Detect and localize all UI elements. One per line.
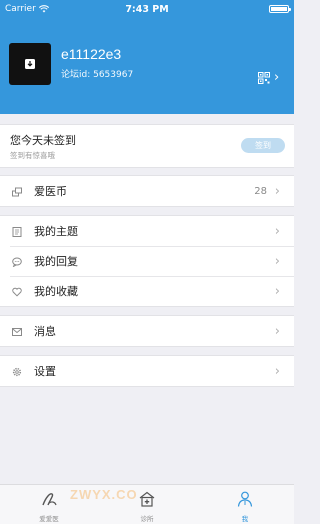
- avatar[interactable]: [9, 43, 51, 85]
- coins-label: 爱医币: [34, 185, 67, 198]
- forum-id: 论坛id: 5653967: [61, 70, 134, 80]
- doctor-icon: [237, 491, 253, 507]
- my-topics-label: 我的主题: [34, 225, 78, 238]
- chevron-right-icon: ›: [274, 363, 280, 379]
- my-topics-row[interactable]: 我的主题 ›: [0, 216, 294, 246]
- watermark: ZWYX.CO: [70, 487, 138, 502]
- coins-group: 爱医币 28 ›: [0, 175, 294, 207]
- my-favorites-row[interactable]: 我的收藏 ›: [0, 276, 294, 306]
- chevron-right-icon: ›: [274, 323, 280, 339]
- heart-icon: [12, 287, 22, 297]
- checkin-title: 您今天未签到: [10, 134, 76, 147]
- coins-icon: [12, 187, 22, 197]
- my-replies-row[interactable]: 我的回复 ›: [0, 246, 294, 276]
- coins-row[interactable]: 爱医币 28 ›: [0, 176, 294, 206]
- tab-me[interactable]: 我: [196, 485, 294, 524]
- document-icon: [12, 227, 22, 237]
- my-favorites-label: 我的收藏: [34, 285, 78, 298]
- chevron-right-icon: ›: [274, 253, 280, 269]
- settings-group: 设置 ›: [0, 355, 294, 387]
- checkin-subtitle: 签到有惊喜哦: [10, 151, 55, 160]
- chevron-right-icon: ›: [274, 283, 280, 299]
- messages-label: 消息: [34, 325, 56, 338]
- settings-label: 设置: [34, 365, 56, 378]
- messages-group: 消息 ›: [0, 315, 294, 347]
- tab-clinic-label: 诊所: [140, 515, 154, 523]
- messages-row[interactable]: 消息 ›: [0, 316, 294, 346]
- tab-me-label: 我: [241, 515, 249, 523]
- aiaiyi-logo-icon: [42, 493, 57, 506]
- gear-icon: [12, 367, 22, 377]
- activity-group: 我的主题 › 我的回复 › 我的收藏 ›: [0, 215, 294, 307]
- coins-count: 28: [254, 185, 267, 197]
- avatar-placeholder-icon: [25, 59, 35, 69]
- tab-bar: 爱爱医 诊所 我: [0, 484, 294, 524]
- checkin-button[interactable]: 签到: [241, 138, 285, 153]
- comment-icon: [12, 257, 22, 267]
- qr-code-icon[interactable]: [258, 72, 270, 84]
- settings-row[interactable]: 设置 ›: [0, 356, 294, 386]
- checkin-card: 您今天未签到 签到有惊喜哦 签到: [0, 124, 294, 168]
- clinic-icon: [139, 491, 155, 507]
- chevron-right-icon: ›: [274, 70, 280, 85]
- status-time: 7:43 PM: [125, 3, 169, 15]
- chevron-right-icon: ›: [274, 223, 280, 239]
- my-replies-label: 我的回复: [34, 255, 78, 268]
- username: e11122e3: [61, 46, 122, 62]
- battery-icon: [269, 5, 291, 13]
- chevron-right-icon: ›: [274, 183, 280, 199]
- tab-aiaiyi-label: 爱爱医: [39, 515, 59, 523]
- envelope-icon: [12, 328, 22, 336]
- status-bar: Carrier 7:43 PM: [0, 0, 294, 18]
